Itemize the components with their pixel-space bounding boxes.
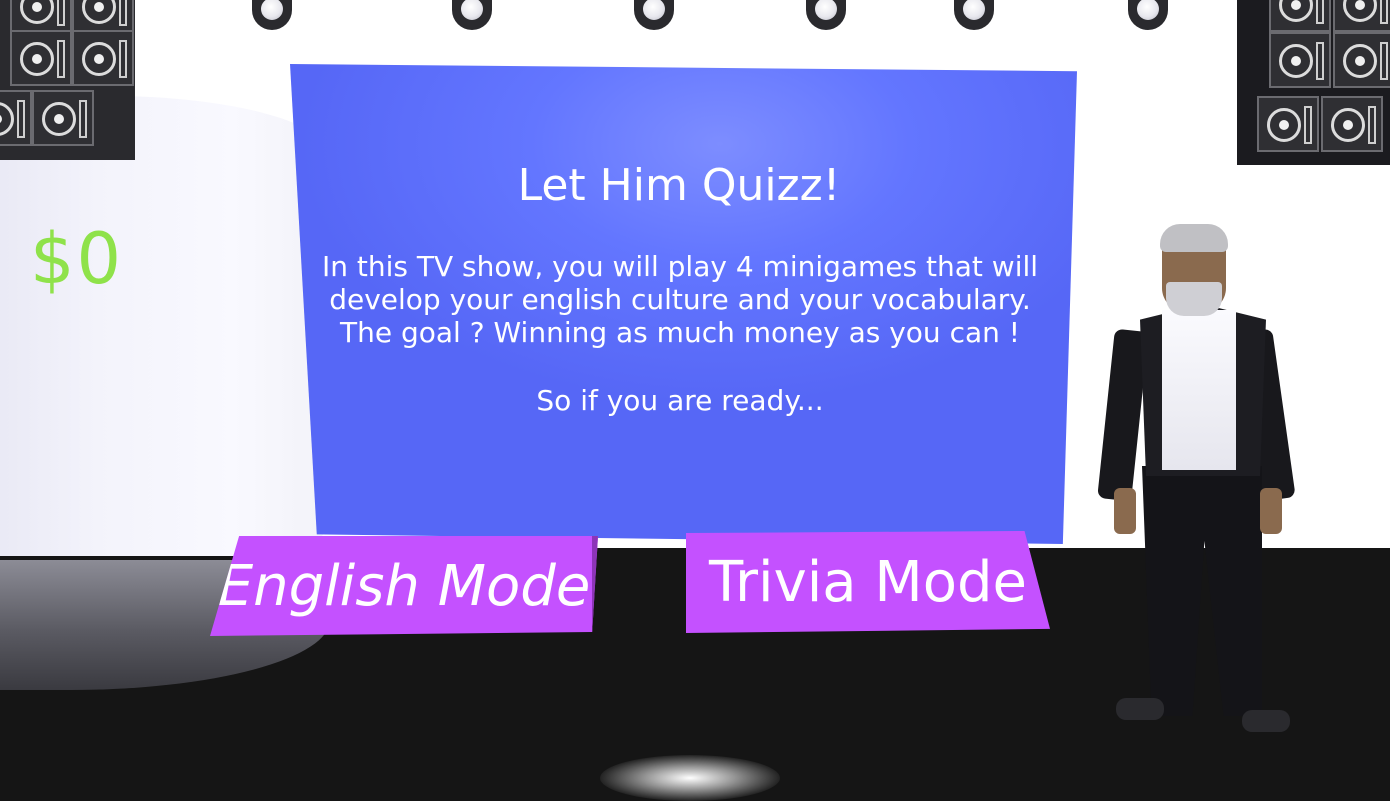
speaker-stack-right: [1237, 0, 1390, 165]
speaker-stack-left: [0, 0, 135, 160]
speaker-icon: [72, 30, 134, 86]
host-character: [1097, 220, 1300, 740]
spotlight-icon: [634, 0, 674, 30]
speaker-icon: [32, 90, 94, 146]
spotlight-icon: [252, 0, 292, 30]
speaker-icon: [10, 30, 72, 86]
speaker-icon: [1269, 0, 1331, 32]
speaker-icon: [1333, 0, 1390, 32]
intro-line: develop your english culture and your vo…: [329, 283, 1031, 316]
spotlight-icon: [954, 0, 994, 30]
intro-line: The goal ? Winning as much money as you …: [340, 316, 1020, 349]
speaker-icon: [10, 0, 72, 34]
ready-text: So if you are ready...: [536, 384, 824, 417]
trivia-mode-label: Trivia Mode: [709, 549, 1027, 615]
spotlight-icon: [1128, 0, 1168, 30]
intro-text: In this TV show, you will play 4 minigam…: [300, 250, 1060, 349]
intro-line: In this TV show, you will play 4 minigam…: [321, 250, 1039, 283]
english-mode-button[interactable]: English Mode: [210, 536, 598, 636]
speaker-icon: [72, 0, 134, 34]
english-mode-label: English Mode: [217, 553, 591, 619]
game-scene: $0 Let Him Quizz! In this TV show, you w…: [0, 0, 1390, 801]
spotlight-icon: [806, 0, 846, 30]
speaker-icon: [1333, 32, 1390, 88]
speaker-icon: [1269, 32, 1331, 88]
money-counter: $0: [30, 218, 124, 300]
speaker-icon: [0, 90, 32, 146]
trivia-mode-button[interactable]: Trivia Mode: [686, 531, 1050, 633]
speaker-icon: [1257, 96, 1319, 152]
score-podium: [0, 96, 330, 556]
game-title: Let Him Quizz!: [517, 160, 841, 211]
spotlight-icon: [452, 0, 492, 30]
speaker-icon: [1321, 96, 1383, 152]
floor-spotlight: [600, 755, 780, 801]
